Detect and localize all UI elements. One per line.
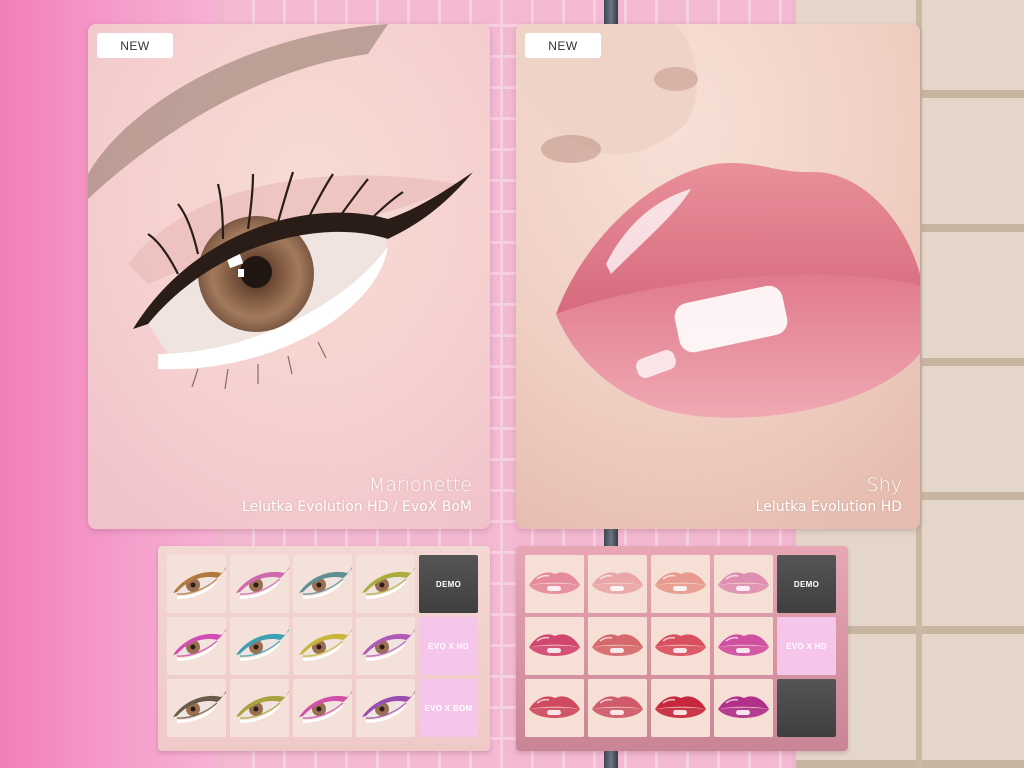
product-compatibility: Lelutka Evolution HD <box>755 499 902 515</box>
evo-x-hd-tile[interactable]: EVO X HD <box>419 617 478 675</box>
eye-swatch-image <box>167 617 226 675</box>
evo-x-bom-tile[interactable]: EVO X BOM <box>419 679 478 737</box>
demo-tile[interactable]: DEMO <box>777 555 836 613</box>
product-compatibility: Lelutka Evolution HD / EvoX BoM <box>242 499 472 515</box>
eye-swatch-image <box>230 555 289 613</box>
lip-swatch[interactable] <box>525 617 584 675</box>
product-card-shy[interactable]: NEW Shy Lelutka Evolution HD <box>516 24 920 529</box>
lip-swatch-image <box>651 617 710 675</box>
eye-swatch[interactable] <box>356 555 415 613</box>
lip-swatch-image <box>588 679 647 737</box>
eye-swatch-image <box>293 555 352 613</box>
lip-swatch[interactable] <box>714 617 773 675</box>
eye-swatch-image <box>167 679 226 737</box>
eye-swatch[interactable] <box>230 617 289 675</box>
lip-swatch-image <box>714 555 773 613</box>
eye-swatch[interactable] <box>230 555 289 613</box>
lip-swatch[interactable] <box>651 617 710 675</box>
lip-swatch[interactable] <box>588 617 647 675</box>
lip-swatch[interactable] <box>714 555 773 613</box>
blank-tile <box>777 679 836 737</box>
eye-swatch[interactable] <box>293 555 352 613</box>
eye-swatch-image <box>230 617 289 675</box>
eye-swatch[interactable] <box>356 617 415 675</box>
eye-swatch[interactable] <box>167 555 226 613</box>
lip-swatch-image <box>714 617 773 675</box>
eye-swatch-image <box>356 679 415 737</box>
eye-swatch-image <box>293 617 352 675</box>
lip-swatch-image <box>651 679 710 737</box>
eye-swatch-image <box>167 555 226 613</box>
lip-swatch[interactable] <box>651 555 710 613</box>
eye-swatch[interactable] <box>356 679 415 737</box>
new-badge: NEW <box>525 33 601 58</box>
eyeliner-swatch-palette: DEMO EVO X HD EVO X BOM <box>158 546 490 751</box>
product-card-marionette[interactable]: NEW Marionette Lelutka Evolution HD / Ev… <box>88 24 490 529</box>
evo-x-hd-tile[interactable]: EVO X HD <box>777 617 836 675</box>
eye-makeup-photo <box>88 24 490 529</box>
eye-swatch[interactable] <box>167 679 226 737</box>
eye-swatch-image <box>356 555 415 613</box>
lip-gloss-photo <box>516 24 920 529</box>
lip-swatch[interactable] <box>525 555 584 613</box>
lip-swatch[interactable] <box>588 679 647 737</box>
eye-swatch-image <box>230 679 289 737</box>
eye-swatch[interactable] <box>230 679 289 737</box>
lip-swatch-image <box>651 555 710 613</box>
eye-swatch[interactable] <box>167 617 226 675</box>
demo-tile[interactable]: DEMO <box>419 555 478 613</box>
eye-swatch-image <box>293 679 352 737</box>
eye-swatch-image <box>356 617 415 675</box>
new-badge: NEW <box>97 33 173 58</box>
lip-swatch[interactable] <box>651 679 710 737</box>
eye-swatch[interactable] <box>293 617 352 675</box>
lip-swatch[interactable] <box>525 679 584 737</box>
lip-swatch-image <box>525 679 584 737</box>
lip-swatch[interactable] <box>714 679 773 737</box>
lip-swatch-image <box>525 617 584 675</box>
product-name: Shy <box>866 474 902 496</box>
lip-swatch-image <box>525 555 584 613</box>
product-name: Marionette <box>368 474 472 496</box>
lipgloss-swatch-palette: DEMO EVO X HD <box>516 546 848 751</box>
lip-swatch-image <box>588 617 647 675</box>
lip-swatch[interactable] <box>588 555 647 613</box>
eye-swatch[interactable] <box>293 679 352 737</box>
lip-swatch-image <box>714 679 773 737</box>
lip-swatch-image <box>588 555 647 613</box>
